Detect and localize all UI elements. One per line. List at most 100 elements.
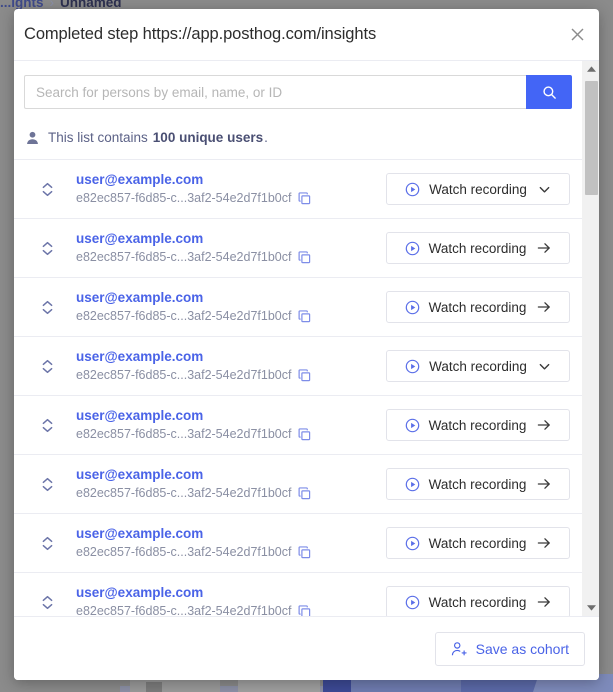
person-row[interactable]: user@example.com e82ec857-f6d85-c...3af2-… — [14, 455, 582, 514]
person-row[interactable]: user@example.com e82ec857-f6d85-c...3af2-… — [14, 278, 582, 337]
person-distinct-id: e82ec857-f6d85-c...3af2-54e2d7f1b0cf — [76, 604, 386, 616]
close-icon[interactable] — [563, 21, 591, 49]
person-distinct-id: e82ec857-f6d85-c...3af2-54e2d7f1b0cf — [76, 250, 386, 265]
modal-header: Completed step https://app.posthog.com/i… — [14, 9, 599, 61]
background-shape — [238, 680, 320, 692]
person-email-link[interactable]: user@example.com — [76, 585, 386, 601]
watch-recording-label: Watch recording — [428, 594, 527, 610]
modal-footer: Save as cohort — [14, 616, 599, 680]
person-row[interactable]: user@example.com e82ec857-f6d85-c...3af2-… — [14, 337, 582, 396]
persons-scroll-area: This list contains 100 unique users. use… — [14, 61, 599, 616]
search-row — [24, 75, 572, 109]
person-row[interactable]: user@example.com e82ec857-f6d85-c...3af2-… — [14, 573, 582, 616]
play-circle-icon — [405, 418, 420, 433]
summary-count: 100 unique users — [152, 130, 264, 145]
person-row[interactable]: user@example.com e82ec857-f6d85-c...3af2-… — [14, 514, 582, 573]
play-circle-icon — [405, 359, 420, 374]
person-email-link[interactable]: user@example.com — [76, 467, 386, 483]
unique-users-summary: This list contains 100 unique users. — [14, 116, 582, 160]
chevron-up-down-icon[interactable] — [36, 595, 58, 610]
save-as-cohort-button[interactable]: Save as cohort — [434, 631, 585, 666]
search-icon — [542, 85, 557, 100]
chevron-down-icon[interactable] — [538, 360, 551, 373]
person-email-link[interactable]: user@example.com — [76, 526, 386, 542]
person-distinct-id: e82ec857-f6d85-c...3af2-54e2d7f1b0cf — [76, 486, 386, 501]
arrow-right-icon[interactable] — [537, 418, 551, 432]
person-info: user@example.com e82ec857-f6d85-c...3af2-… — [58, 467, 386, 501]
watch-recording-button[interactable]: Watch recording — [386, 586, 570, 616]
arrow-right-icon[interactable] — [537, 595, 551, 609]
background-shape — [146, 682, 162, 692]
chevron-up-down-icon[interactable] — [36, 182, 58, 197]
scrollbar-thumb[interactable] — [585, 81, 598, 195]
scroll-up-arrow-icon[interactable] — [583, 61, 599, 78]
watch-recording-label: Watch recording — [428, 476, 527, 492]
person-distinct-id-text: e82ec857-f6d85-c...3af2-54e2d7f1b0cf — [76, 486, 292, 500]
background-shape — [130, 678, 220, 692]
copy-icon[interactable] — [298, 546, 311, 559]
person-info: user@example.com e82ec857-f6d85-c...3af2-… — [58, 231, 386, 265]
watch-recording-button[interactable]: Watch recording — [386, 291, 570, 323]
person-distinct-id-text: e82ec857-f6d85-c...3af2-54e2d7f1b0cf — [76, 191, 292, 205]
arrow-right-icon[interactable] — [537, 477, 551, 491]
save-as-cohort-label: Save as cohort — [475, 640, 569, 657]
person-email-link[interactable]: user@example.com — [76, 408, 386, 424]
play-circle-icon — [405, 241, 420, 256]
person-info: user@example.com e82ec857-f6d85-c...3af2-… — [58, 585, 386, 616]
watch-recording-button[interactable]: Watch recording — [386, 173, 570, 205]
watch-recording-button[interactable]: Watch recording — [386, 468, 570, 500]
person-email-link[interactable]: user@example.com — [76, 290, 386, 306]
arrow-right-icon[interactable] — [537, 241, 551, 255]
user-add-icon — [451, 641, 467, 657]
play-circle-icon — [405, 477, 420, 492]
watch-recording-label: Watch recording — [429, 181, 527, 197]
person-row[interactable]: user@example.com e82ec857-f6d85-c...3af2-… — [14, 219, 582, 278]
copy-icon[interactable] — [298, 369, 311, 382]
chevron-up-down-icon[interactable] — [36, 241, 58, 256]
watch-recording-button[interactable]: Watch recording — [386, 232, 570, 264]
modal-body: This list contains 100 unique users. use… — [14, 61, 599, 616]
search-input[interactable] — [24, 75, 526, 109]
chevron-down-icon[interactable] — [538, 183, 551, 196]
person-email-link[interactable]: user@example.com — [76, 172, 386, 188]
person-row[interactable]: user@example.com e82ec857-f6d85-c...3af2-… — [14, 396, 582, 455]
copy-icon[interactable] — [298, 428, 311, 441]
person-distinct-id: e82ec857-f6d85-c...3af2-54e2d7f1b0cf — [76, 545, 386, 560]
chevron-up-down-icon[interactable] — [36, 477, 58, 492]
chevron-up-down-icon[interactable] — [36, 536, 58, 551]
chevron-up-down-icon[interactable] — [36, 359, 58, 374]
app-page: ...ights › Unnamed Completed step https://… — [0, 0, 613, 692]
chevron-up-down-icon[interactable] — [36, 300, 58, 315]
completed-step-modal: Completed step https://app.posthog.com/i… — [14, 9, 599, 680]
arrow-right-icon[interactable] — [537, 300, 551, 314]
copy-icon[interactable] — [298, 251, 311, 264]
person-row[interactable]: user@example.com e82ec857-f6d85-c...3af2-… — [14, 160, 582, 219]
person-info: user@example.com e82ec857-f6d85-c...3af2-… — [58, 290, 386, 324]
watch-recording-label: Watch recording — [428, 299, 527, 315]
person-email-link[interactable]: user@example.com — [76, 231, 386, 247]
persons-list: user@example.com e82ec857-f6d85-c...3af2-… — [14, 160, 582, 616]
arrow-right-icon[interactable] — [537, 536, 551, 550]
person-distinct-id-text: e82ec857-f6d85-c...3af2-54e2d7f1b0cf — [76, 250, 292, 264]
person-distinct-id: e82ec857-f6d85-c...3af2-54e2d7f1b0cf — [76, 191, 386, 206]
person-info: user@example.com e82ec857-f6d85-c...3af2-… — [58, 408, 386, 442]
watch-recording-label: Watch recording — [429, 358, 527, 374]
chevron-up-down-icon[interactable] — [36, 418, 58, 433]
watch-recording-label: Watch recording — [428, 417, 527, 433]
person-distinct-id-text: e82ec857-f6d85-c...3af2-54e2d7f1b0cf — [76, 427, 292, 441]
person-email-link[interactable]: user@example.com — [76, 349, 386, 365]
watch-recording-button[interactable]: Watch recording — [386, 409, 570, 441]
person-distinct-id-text: e82ec857-f6d85-c...3af2-54e2d7f1b0cf — [76, 545, 292, 559]
copy-icon[interactable] — [298, 487, 311, 500]
watch-recording-button[interactable]: Watch recording — [386, 350, 570, 382]
copy-icon[interactable] — [298, 310, 311, 323]
scroll-down-arrow-icon[interactable] — [583, 599, 599, 616]
copy-icon[interactable] — [298, 605, 311, 616]
search-button[interactable] — [526, 75, 572, 109]
copy-icon[interactable] — [298, 192, 311, 205]
play-circle-icon — [405, 300, 420, 315]
vertical-scrollbar[interactable] — [582, 61, 599, 616]
summary-suffix: . — [264, 130, 268, 145]
watch-recording-button[interactable]: Watch recording — [386, 527, 570, 559]
watch-recording-label: Watch recording — [428, 535, 527, 551]
